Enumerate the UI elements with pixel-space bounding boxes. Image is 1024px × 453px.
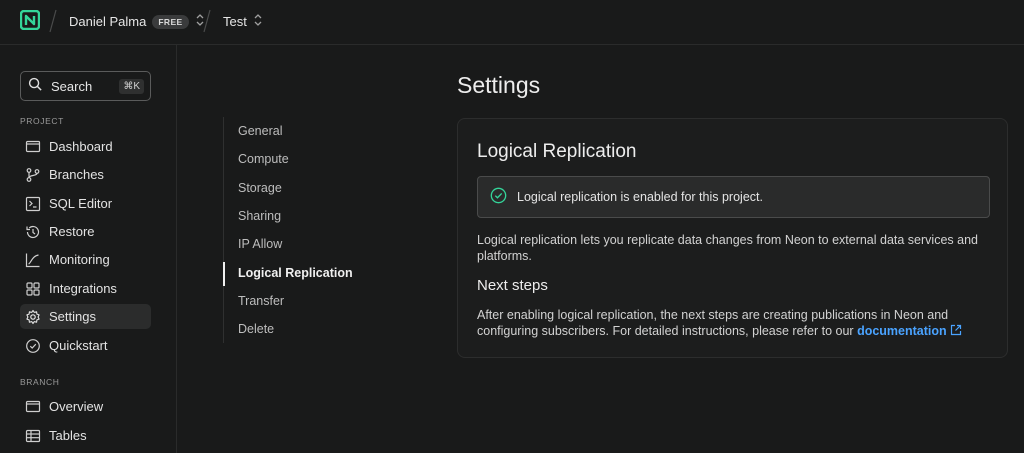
- monitoring-icon: [25, 252, 41, 268]
- breadcrumb-separator-icon: [202, 9, 212, 33]
- logical-replication-card: Logical Replication Logical replication …: [457, 118, 1008, 358]
- breadcrumb-separator-icon: [48, 9, 58, 33]
- settings-nav-general[interactable]: General: [238, 121, 282, 141]
- settings-nav-delete[interactable]: Delete: [238, 319, 274, 339]
- sidebar: Search ⌘K PROJECT Dashboard Branches SQL…: [0, 45, 177, 453]
- sidebar-item-label: SQL Editor: [49, 196, 113, 211]
- sidebar-item-monitoring[interactable]: Monitoring: [20, 247, 151, 272]
- settings-nav-sharing[interactable]: Sharing: [238, 206, 281, 226]
- documentation-link-text: documentation: [857, 324, 947, 338]
- sidebar-item-label: Restore: [49, 224, 95, 239]
- check-circle-icon: [490, 187, 507, 207]
- alert-text: Logical replication is enabled for this …: [517, 190, 763, 204]
- tables-icon: [25, 428, 41, 444]
- neon-logo-icon[interactable]: [19, 9, 41, 31]
- sidebar-item-label: Monitoring: [49, 252, 110, 267]
- external-link-icon: [950, 324, 962, 338]
- documentation-link[interactable]: documentation: [857, 324, 962, 338]
- page-title: Settings: [457, 72, 541, 98]
- plan-badge: FREE: [152, 14, 189, 29]
- dashboard-icon: [25, 139, 41, 155]
- next-steps-paragraph: After enabling logical replication, the …: [477, 307, 992, 339]
- settings-nav-storage[interactable]: Storage: [238, 178, 282, 198]
- sidebar-item-settings[interactable]: Settings: [20, 304, 151, 329]
- branches-icon: [25, 167, 41, 183]
- settings-nav-logical-replication[interactable]: Logical Replication: [238, 263, 353, 283]
- sql-editor-icon: [25, 196, 41, 212]
- sidebar-item-sql-editor[interactable]: SQL Editor: [20, 191, 151, 216]
- sidebar-item-quickstart[interactable]: Quickstart: [20, 333, 151, 358]
- search-shortcut: ⌘K: [119, 78, 144, 94]
- settings-nav-compute[interactable]: Compute: [238, 149, 289, 169]
- sidebar-item-dashboard[interactable]: Dashboard: [20, 134, 151, 159]
- chevron-updown-icon: [253, 13, 263, 30]
- sidebar-item-overview[interactable]: Overview: [20, 394, 151, 419]
- project-section-label: PROJECT: [20, 116, 64, 126]
- search-icon: [28, 77, 43, 95]
- settings-nav: General Compute Storage Sharing IP Allow…: [223, 117, 383, 343]
- top-bar: Daniel Palma FREE Test: [0, 0, 1024, 45]
- quickstart-icon: [25, 338, 41, 354]
- status-alert: Logical replication is enabled for this …: [477, 176, 990, 218]
- settings-icon: [25, 309, 41, 325]
- sidebar-item-restore[interactable]: Restore: [20, 219, 151, 244]
- search-label: Search: [51, 78, 93, 94]
- overview-icon: [25, 399, 41, 415]
- next-steps-heading: Next steps: [477, 277, 548, 294]
- sidebar-item-label: Tables: [49, 428, 87, 443]
- sidebar-item-label: Dashboard: [49, 139, 113, 154]
- restore-icon: [25, 224, 41, 240]
- active-indicator: [223, 262, 225, 286]
- sidebar-item-branches[interactable]: Branches: [20, 162, 151, 187]
- org-name: Daniel Palma: [69, 14, 147, 29]
- sidebar-item-label: Settings: [49, 309, 96, 324]
- card-title: Logical Replication: [477, 141, 637, 162]
- sidebar-item-integrations[interactable]: Integrations: [20, 276, 151, 301]
- sidebar-item-label: Overview: [49, 399, 104, 414]
- project-name: Test: [223, 14, 247, 29]
- project-switcher[interactable]: Test: [223, 13, 263, 30]
- settings-nav-transfer[interactable]: Transfer: [238, 291, 284, 311]
- sidebar-item-tables[interactable]: Tables: [20, 423, 151, 448]
- sidebar-item-label: Integrations: [49, 281, 117, 296]
- org-switcher[interactable]: Daniel Palma FREE: [69, 13, 205, 30]
- settings-nav-ip-allow[interactable]: IP Allow: [238, 234, 282, 254]
- integrations-icon: [25, 281, 41, 297]
- description-text: Logical replication lets you replicate d…: [477, 233, 978, 263]
- search-button[interactable]: Search ⌘K: [20, 71, 151, 101]
- branch-section-label: BRANCH: [20, 377, 60, 387]
- sidebar-item-label: Branches: [49, 167, 104, 182]
- sidebar-item-label: Quickstart: [49, 338, 108, 353]
